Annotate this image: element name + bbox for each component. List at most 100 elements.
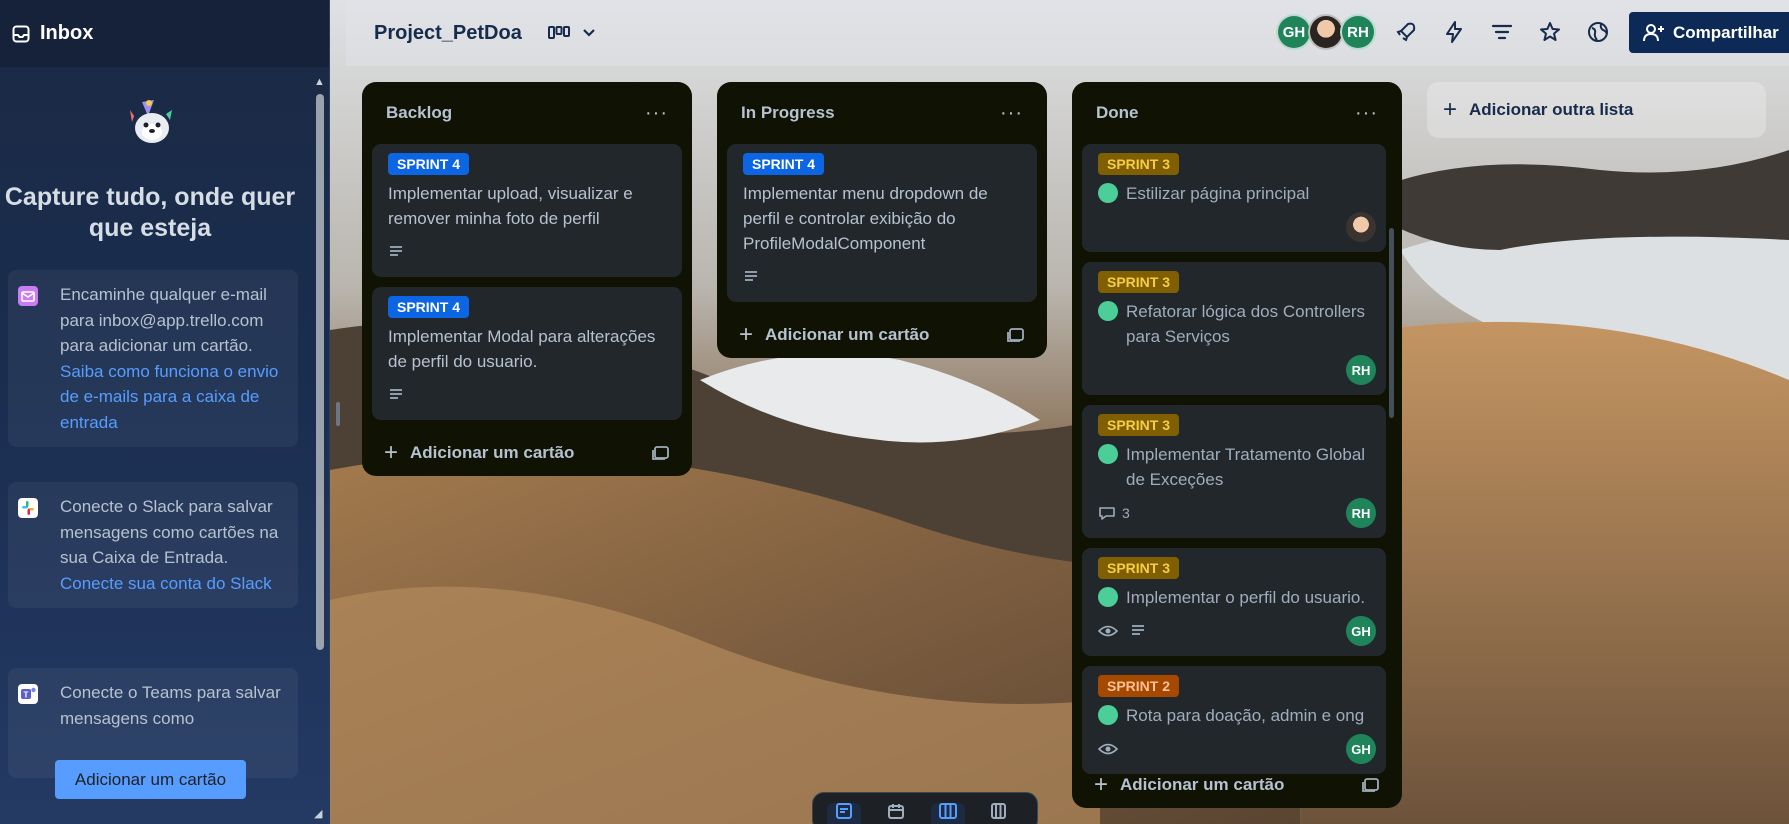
card-label[interactable]: SPRINT 4 <box>388 296 470 318</box>
board-view-switcher[interactable] <box>547 25 596 41</box>
scroll-down-arrow-icon[interactable]: ◢ <box>314 807 322 820</box>
description-icon <box>745 271 757 281</box>
template-icon[interactable] <box>652 445 670 461</box>
complete-check-icon[interactable] <box>1098 705 1118 725</box>
add-person-icon <box>1643 23 1664 41</box>
taco-mascot-icon <box>130 100 172 143</box>
list-scroll-thumb[interactable] <box>1389 228 1394 418</box>
card-member-avatar-photo[interactable] <box>1346 212 1376 242</box>
bottom-view-switcher <box>812 792 1038 824</box>
card-label[interactable]: SPRINT 3 <box>1098 557 1180 579</box>
list-title[interactable]: Done <box>1096 103 1139 123</box>
complete-check-icon[interactable] <box>1098 183 1118 203</box>
member-avatar-photo[interactable] <box>1308 14 1344 50</box>
list-title[interactable]: Backlog <box>386 103 452 123</box>
email-info-card: Encaminhe qualquer e-mail para inbox@app… <box>8 270 298 447</box>
member-avatar[interactable]: GH <box>1276 14 1312 50</box>
card[interactable]: SPRINT 3 Implementar o perfil do usuario… <box>1082 548 1386 656</box>
teams-info-text: Conecte o Teams para salvar mensagens co… <box>60 683 281 728</box>
complete-check-icon[interactable] <box>1098 301 1118 321</box>
card[interactable]: SPRINT 2 Rota para doação, admin e ong G… <box>1082 666 1386 774</box>
add-list-button[interactable]: + Adicionar outra lista <box>1427 82 1766 138</box>
inbox-add-card-button[interactable]: Adicionar um cartão <box>55 760 246 799</box>
filter-icon[interactable] <box>1490 20 1514 44</box>
card-member-avatar[interactable]: GH <box>1346 734 1376 764</box>
add-card-button[interactable]: + Adicionar um cartão <box>727 312 1037 358</box>
card-member-avatar[interactable]: RH <box>1346 355 1376 385</box>
watch-icon <box>1098 743 1118 755</box>
plus-icon: + <box>384 439 399 466</box>
description-icon <box>390 246 402 256</box>
complete-check-icon[interactable] <box>1098 587 1118 607</box>
card-member-avatar[interactable]: RH <box>1346 498 1376 528</box>
chevron-down-icon[interactable] <box>582 28 596 38</box>
slack-info-text: Conecte o Slack para salvar mensagens co… <box>60 497 279 567</box>
plus-icon: + <box>739 321 754 348</box>
add-card-label: Adicionar um cartão <box>1120 775 1285 794</box>
card[interactable]: SPRINT 3 Implementar Tratamento Global d… <box>1082 405 1386 538</box>
board-view-icon[interactable] <box>547 25 570 41</box>
card-title-row: Implementar Tratamento Global de Exceçõe… <box>1098 442 1370 492</box>
complete-check-icon[interactable] <box>1098 444 1118 464</box>
scroll-up-arrow-icon[interactable]: ▲ <box>314 76 325 88</box>
add-card-button[interactable]: + Adicionar um cartão <box>372 430 682 476</box>
card-badges <box>388 237 666 267</box>
card-label[interactable]: SPRINT 4 <box>743 153 825 175</box>
list-done: Done ··· SPRINT 3 Estilizar página princ… <box>1072 82 1402 808</box>
share-button[interactable]: Compartilhar <box>1629 12 1789 53</box>
card-badges <box>1098 355 1370 385</box>
card-label[interactable]: SPRINT 3 <box>1098 271 1180 293</box>
slack-connect-link[interactable]: Conecte sua conta do Slack <box>60 571 286 597</box>
member-avatar[interactable]: RH <box>1340 14 1376 50</box>
template-icon[interactable] <box>1007 327 1025 343</box>
slack-icon <box>18 498 38 518</box>
lightning-icon[interactable] <box>1442 20 1466 44</box>
list-menu-icon[interactable]: ··· <box>645 103 668 123</box>
svg-text:T: T <box>24 691 29 700</box>
list-menu-icon[interactable]: ··· <box>1355 103 1378 123</box>
template-icon[interactable] <box>1362 777 1380 793</box>
card[interactable]: SPRINT 4 Implementar upload, visualizar … <box>372 144 682 277</box>
add-card-label: Adicionar um cartão <box>410 443 575 462</box>
description-icon <box>390 389 402 399</box>
inbox-scroll-thumb[interactable] <box>316 94 324 650</box>
add-card-label: Adicionar um cartão <box>765 325 930 344</box>
star-icon[interactable] <box>1538 20 1562 44</box>
inbox-view-button[interactable] <box>827 803 861 824</box>
switch-board-icon <box>991 803 1006 819</box>
inbox-heading: Capture tudo, onde quer que esteja <box>4 183 296 242</box>
email-icon <box>18 286 38 306</box>
card-label[interactable]: SPRINT 3 <box>1098 153 1180 175</box>
list-scrollbar[interactable] <box>1388 222 1396 824</box>
inbox-icon <box>836 803 852 819</box>
card-title: Implementar Tratamento Global de Exceçõe… <box>1126 445 1366 489</box>
card-label[interactable]: SPRINT 2 <box>1098 675 1180 697</box>
card-title-row: Estilizar página principal <box>1098 181 1370 206</box>
rocket-icon[interactable] <box>1394 20 1418 44</box>
card-badges: 3 <box>1098 498 1370 528</box>
list-header: In Progress ··· <box>727 82 1037 144</box>
add-card-button[interactable]: + Adicionar um cartão <box>1082 762 1392 808</box>
card[interactable]: SPRINT 3 Refatorar lógica dos Controller… <box>1082 262 1386 395</box>
list-title[interactable]: In Progress <box>741 103 835 123</box>
planner-view-button[interactable] <box>879 803 913 824</box>
email-info-link[interactable]: Saiba como funciona o envio de e-mails p… <box>60 359 286 436</box>
sidebar-resize-handle[interactable] <box>336 402 340 426</box>
card-title: Refatorar lógica dos Controllers para Se… <box>1126 302 1366 346</box>
list-in-progress: In Progress ··· SPRINT 4 Implementar men… <box>717 82 1047 358</box>
card-label[interactable]: SPRINT 4 <box>388 153 470 175</box>
card-badges <box>1098 734 1370 764</box>
inbox-header: Inbox <box>0 0 329 67</box>
card[interactable]: SPRINT 4 Implementar Modal para alteraçõ… <box>372 287 682 420</box>
card[interactable]: SPRINT 4 Implementar menu dropdown de pe… <box>727 144 1037 302</box>
inbox-scrollbar[interactable]: ▲ ◢ <box>313 72 327 824</box>
teams-icon: T <box>18 684 38 704</box>
board-view-button[interactable] <box>931 803 965 824</box>
board-title[interactable]: Project_PetDoa <box>374 22 522 45</box>
card[interactable]: SPRINT 3 Estilizar página principal <box>1082 144 1386 252</box>
card-label[interactable]: SPRINT 3 <box>1098 414 1180 436</box>
card-member-avatar[interactable]: GH <box>1346 616 1376 646</box>
switch-board-button[interactable] <box>983 803 1017 824</box>
globe-icon[interactable] <box>1586 20 1610 44</box>
list-menu-icon[interactable]: ··· <box>1000 103 1023 123</box>
